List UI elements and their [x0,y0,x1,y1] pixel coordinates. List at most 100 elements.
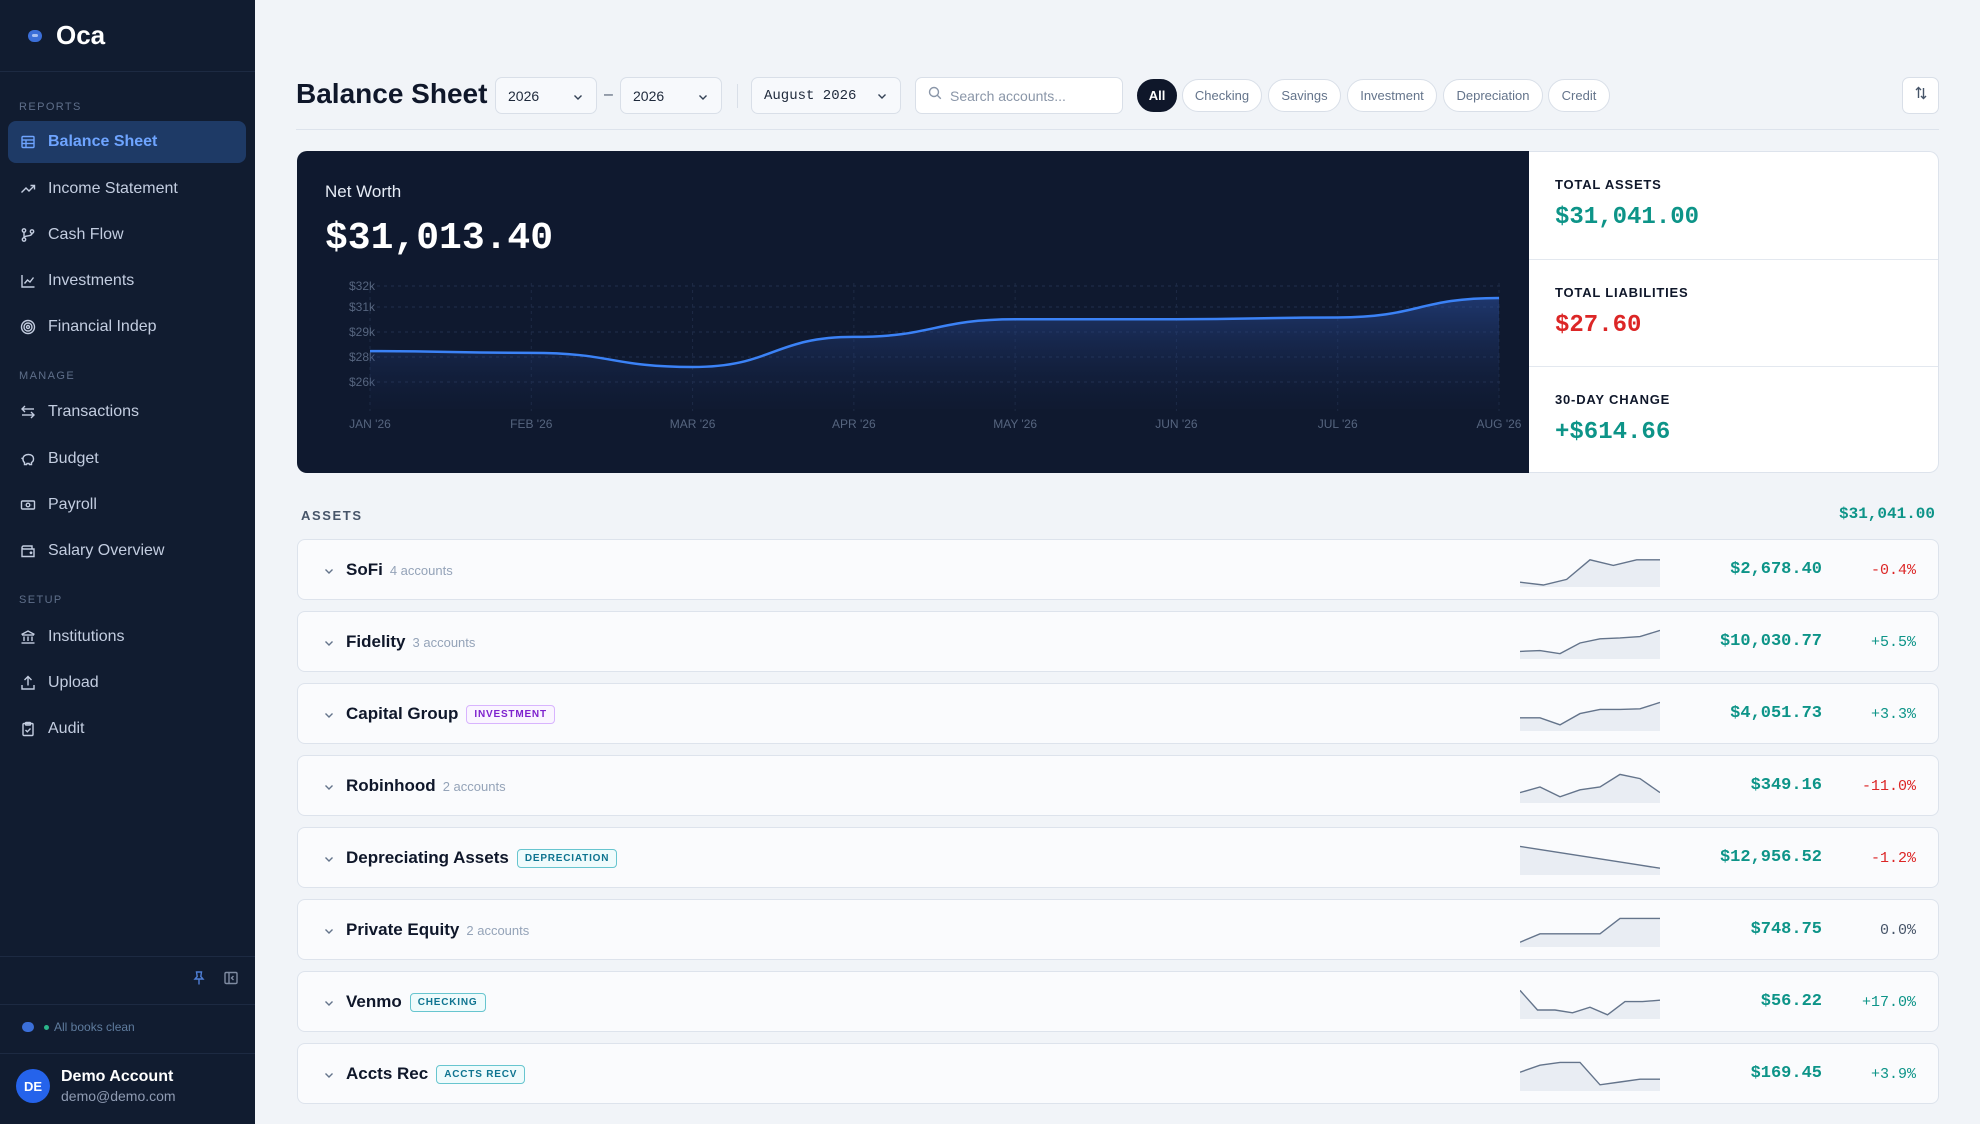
chevron-down-icon [697,90,709,102]
sidebar-item-label: Budget [48,450,99,467]
chevron-down-icon[interactable] [323,636,335,648]
page-title: Balance Sheet [296,78,488,109]
sidebar-item-label: Salary Overview [48,542,165,559]
year-to-value: 2026 [633,87,665,104]
month-select[interactable]: August 2026 [751,77,901,114]
sidebar-item-payroll[interactable]: Payroll [8,484,246,526]
asset-row-venmo[interactable]: Venmo CHECKING $56.22 +17.0% [297,971,1939,1032]
asset-row-capital-group[interactable]: Capital Group INVESTMENT $4,051.73 +3.3% [297,683,1939,744]
asset-row-robinhood[interactable]: Robinhood 2 accounts $349.16 -11.0% [297,755,1939,816]
sparkline-area [1520,630,1660,659]
sidebar-item-label: Audit [48,720,85,737]
x-tick-label: FEB '26 [510,417,553,431]
asset-name-text: Accts Rec [346,1064,429,1083]
sort-button[interactable] [1902,77,1939,114]
asset-amount: $10,030.77 [1719,632,1822,651]
sidebar-item-investments[interactable]: Investments [8,260,246,302]
assets-total: $31,041.00 [1838,505,1935,523]
sidebar-item-audit[interactable]: Audit [8,708,246,750]
asset-account-count: 2 accounts [466,923,530,938]
type-badge: DEPRECIATION [516,849,618,868]
type-badge: CHECKING [409,993,486,1012]
stat-value: +$614.66 [1555,419,1671,446]
stat-label: TOTAL ASSETS [1555,177,1662,192]
stat-label: 30-DAY CHANGE [1555,392,1671,407]
sidebar-item-label: Upload [48,674,99,691]
filter-chip-savings[interactable]: Savings [1268,79,1341,112]
y-tick-label: $31k [349,300,376,314]
asset-amount: $56.22 [1760,992,1822,1011]
asset-change-pct: 0.0% [1879,922,1916,939]
sidebar-item-balance-sheet[interactable]: Balance Sheet [8,121,246,163]
asset-row-private-equity[interactable]: Private Equity 2 accounts $748.75 0.0% [297,899,1939,960]
net-worth-card: $32k $31k $29k $28k $26k JAN '26 FEB '26 MAR '2… [297,151,1529,473]
stat-value: $27.60 [1555,312,1642,339]
asset-row-depreciating-assets[interactable]: Depreciating Assets DEPRECIATION $12,956.… [297,827,1939,888]
sparkline-area [1520,990,1660,1019]
asset-name-text: Robinhood [346,776,436,795]
user-name: Demo Account [61,1068,174,1085]
x-tick-label: AUG '26 [1477,417,1522,431]
summary-stats: TOTAL ASSETS $31,041.00 TOTAL LIABILITIE… [1529,151,1939,473]
asset-row-fidelity[interactable]: Fidelity 3 accounts $10,030.77 +5.5% [297,611,1939,672]
asset-change-pct: +3.9% [1870,1066,1916,1083]
sidebar-item-institutions[interactable]: Institutions [8,616,246,658]
filter-chip-checking[interactable]: Checking [1182,79,1262,112]
month-value: August 2026 [764,87,857,104]
x-tick-label: JUN '26 [1155,417,1198,431]
sort-icon [1913,85,1929,106]
asset-row-accts-rec[interactable]: Accts Rec ACCTS RECV $169.45 +3.9% [297,1043,1939,1104]
asset-change-pct: +17.0% [1861,994,1916,1011]
filter-chip-depreciation[interactable]: Depreciation [1443,79,1543,112]
sidebar-item-label: Institutions [48,628,125,645]
type-badge: INVESTMENT [466,705,555,724]
chevron-down-icon[interactable] [323,708,335,720]
x-tick-label: JAN '26 [349,417,391,431]
search-box [915,77,1123,114]
sidebar-item-transactions[interactable]: Transactions [8,391,246,433]
asset-sparkline [1520,629,1660,659]
asset-name: Capital Group INVESTMENT [346,704,555,724]
sidebar-item-financial-indep[interactable]: Financial Indep [8,306,246,348]
chevron-down-icon[interactable] [323,924,335,936]
books-status: All books clean [22,1020,135,1034]
pin-icon[interactable] [191,970,207,986]
stat-total-assets: TOTAL ASSETS $31,041.00 [1529,152,1938,259]
chevron-down-icon [572,90,584,102]
chevron-down-icon[interactable] [323,1068,335,1080]
search-input[interactable] [950,87,1110,104]
collapse-sidebar-icon[interactable] [223,970,239,986]
sidebar-item-income-statement[interactable]: Income Statement [8,168,246,210]
chevron-down-icon[interactable] [323,996,335,1008]
asset-name-text: Venmo [346,992,402,1011]
chevron-down-icon[interactable] [323,780,335,792]
user-profile[interactable]: DE Demo Account demo@demo.com [16,1068,176,1104]
section-label-manage: MANAGE [19,370,76,382]
stat-30-day-change: 30-DAY CHANGE +$614.66 [1529,366,1938,473]
sidebar-item-budget[interactable]: Budget [8,438,246,480]
year-to-select[interactable]: 2026 [620,77,722,114]
divider [0,956,255,957]
sidebar-item-cash-flow[interactable]: Cash Flow [8,214,246,256]
asset-name-text: Depreciating Assets [346,848,509,867]
brand[interactable]: Oca [0,0,255,72]
chevron-down-icon[interactable] [323,564,335,576]
asset-sparkline [1520,1061,1660,1091]
asset-name-text: Capital Group [346,704,459,723]
divider [0,1053,255,1054]
sidebar-item-upload[interactable]: Upload [8,662,246,704]
asset-row-sofi[interactable]: SoFi 4 accounts $2,678.40 -0.4% [297,539,1939,600]
wallet-icon [20,543,36,559]
filter-chip-credit[interactable]: Credit [1548,79,1610,112]
filter-chip-investment[interactable]: Investment [1347,79,1437,112]
upload-icon [20,675,36,691]
asset-change-pct: +3.3% [1870,706,1916,723]
chevron-down-icon[interactable] [323,852,335,864]
arrows-swap-icon [20,404,36,420]
filter-chip-all[interactable]: All [1137,79,1177,112]
sidebar: Oca REPORTS Balance Sheet Income Stateme… [0,0,255,1124]
asset-name: Fidelity 3 accounts [346,632,475,652]
x-tick-label: JUL '26 [1318,417,1358,431]
year-from-select[interactable]: 2026 [495,77,597,114]
sidebar-item-salary-overview[interactable]: Salary Overview [8,530,246,572]
